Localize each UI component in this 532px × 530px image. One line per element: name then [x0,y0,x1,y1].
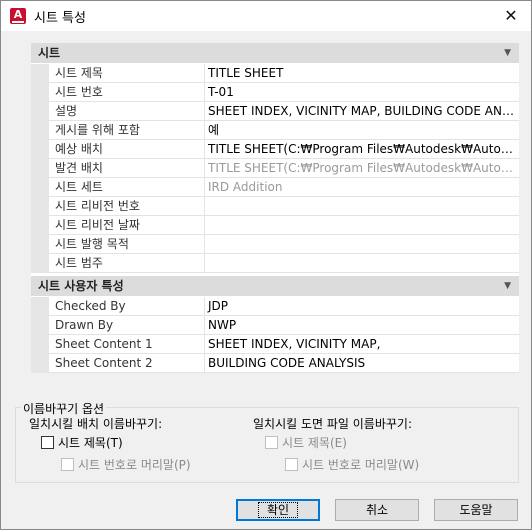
cancel-button-label: 취소 [365,503,389,517]
help-button-label: 도움말 [459,503,493,517]
property-value[interactable]: SHEET INDEX, VICINITY MAP, BUILDING CODE… [205,102,519,121]
sheet-properties-dialog: A 시트 특성 ✕ 시트 ▼ 시트 제목 TITLE SHEET 시트 번호 T… [0,0,532,530]
property-name: 시트 리비전 번호 [49,197,205,216]
property-row[interactable]: 시트 발행 목적 [31,235,519,254]
property-name: 시트 세트 [49,178,205,197]
rename-layout-label: 일치시킬 배치 이름바꾸기: [29,417,163,431]
rename-drawing-sheet-title-checkbox[interactable]: 시트 제목(E) [265,434,347,451]
property-name: 예상 배치 [49,140,205,159]
checkbox-box[interactable] [285,458,298,471]
chevron-down-icon[interactable]: ▼ [504,43,511,63]
checkbox-box[interactable] [41,436,54,449]
property-value[interactable]: TITLE SHEET [205,64,519,83]
section-header-sheet[interactable]: 시트 ▼ [31,43,519,63]
property-row[interactable]: Sheet Content 1 SHEET INDEX, VICINITY MA… [31,335,519,354]
property-name: Drawn By [49,316,205,335]
property-value[interactable]: NWP [205,316,519,335]
property-row[interactable]: 게시를 위해 포함 예 [31,121,519,140]
chevron-down-icon[interactable]: ▼ [504,276,511,296]
property-value[interactable]: TITLE SHEET(C:₩Program Files₩Autodesk₩Au… [205,140,519,159]
section-header-user-properties[interactable]: 시트 사용자 특성 ▼ [31,276,519,296]
property-row[interactable]: 시트 리비전 날짜 [31,216,519,235]
property-name: 시트 리비전 날짜 [49,216,205,235]
rename-drawing-prefix-checkbox[interactable]: 시트 번호로 머리말(W) [285,456,419,473]
property-grid: 시트 ▼ 시트 제목 TITLE SHEET 시트 번호 T-01 설명 SHE… [31,43,519,373]
rename-layout-prefix-checkbox[interactable]: 시트 번호로 머리말(P) [61,456,191,473]
property-row[interactable]: 시트 세트 IRD Addition [31,178,519,197]
rename-drawing-file-label: 일치시킬 도면 파일 이름바꾸기: [253,417,413,431]
ok-button-label: 확인 [257,502,299,518]
property-name: 게시를 위해 포함 [49,121,205,140]
checkbox-label: 시트 번호로 머리말(P) [78,458,191,472]
section-title: 시트 [38,46,61,60]
property-row[interactable]: 설명 SHEET INDEX, VICINITY MAP, BUILDING C… [31,102,519,121]
property-row[interactable]: 시트 범주 [31,254,519,273]
checkbox-box[interactable] [61,458,74,471]
property-value: TITLE SHEET(C:₩Program Files₩Autodesk₩Au… [205,159,519,178]
property-value[interactable] [205,216,519,235]
property-name: Checked By [49,297,205,316]
property-value[interactable]: JDP [205,297,519,316]
property-name: 시트 범주 [49,254,205,273]
title-bar: A 시트 특성 ✕ [1,1,531,31]
close-icon: ✕ [504,6,518,25]
dialog-title: 시트 특성 [34,11,86,26]
checkbox-label: 시트 제목(E) [282,436,347,450]
property-value: IRD Addition [205,178,519,197]
checkbox-label: 시트 번호로 머리말(W) [302,458,420,472]
property-name: 설명 [49,102,205,121]
property-name: Sheet Content 2 [49,354,205,373]
autocad-app-icon: A [10,8,26,24]
property-name: 발견 배치 [49,159,205,178]
property-row[interactable]: 시트 번호 T-01 [31,83,519,102]
checkbox-box[interactable] [265,436,278,449]
property-row[interactable]: 예상 배치 TITLE SHEET(C:₩Program Files₩Autod… [31,140,519,159]
property-name: 시트 제목 [49,64,205,83]
property-value[interactable]: SHEET INDEX, VICINITY MAP, [205,335,519,354]
property-row[interactable]: Drawn By NWP [31,316,519,335]
property-value[interactable]: 예 [205,121,519,140]
property-row[interactable]: 시트 리비전 번호 [31,197,519,216]
rename-layout-sheet-title-checkbox[interactable]: 시트 제목(T) [41,434,123,451]
checkbox-label: 시트 제목(T) [58,436,123,450]
app-icon-letter: A [13,8,23,21]
property-value[interactable] [205,254,519,273]
property-name: Sheet Content 1 [49,335,205,354]
property-value[interactable] [205,197,519,216]
property-row[interactable]: 발견 배치 TITLE SHEET(C:₩Program Files₩Autod… [31,159,519,178]
property-name: 시트 번호 [49,83,205,102]
property-row[interactable]: Sheet Content 2 BUILDING CODE ANALYSIS [31,354,519,373]
property-name: 시트 발행 목적 [49,235,205,254]
close-button[interactable]: ✕ [491,1,531,31]
help-button[interactable]: 도움말 [434,499,518,521]
property-value[interactable]: T-01 [205,83,519,102]
property-row[interactable]: 시트 제목 TITLE SHEET [31,64,519,83]
property-row[interactable]: Checked By JDP [31,297,519,316]
property-value[interactable]: BUILDING CODE ANALYSIS [205,354,519,373]
property-value[interactable] [205,235,519,254]
section-title: 시트 사용자 특성 [38,279,124,293]
ok-button[interactable]: 확인 [236,499,320,521]
cancel-button[interactable]: 취소 [335,499,419,521]
